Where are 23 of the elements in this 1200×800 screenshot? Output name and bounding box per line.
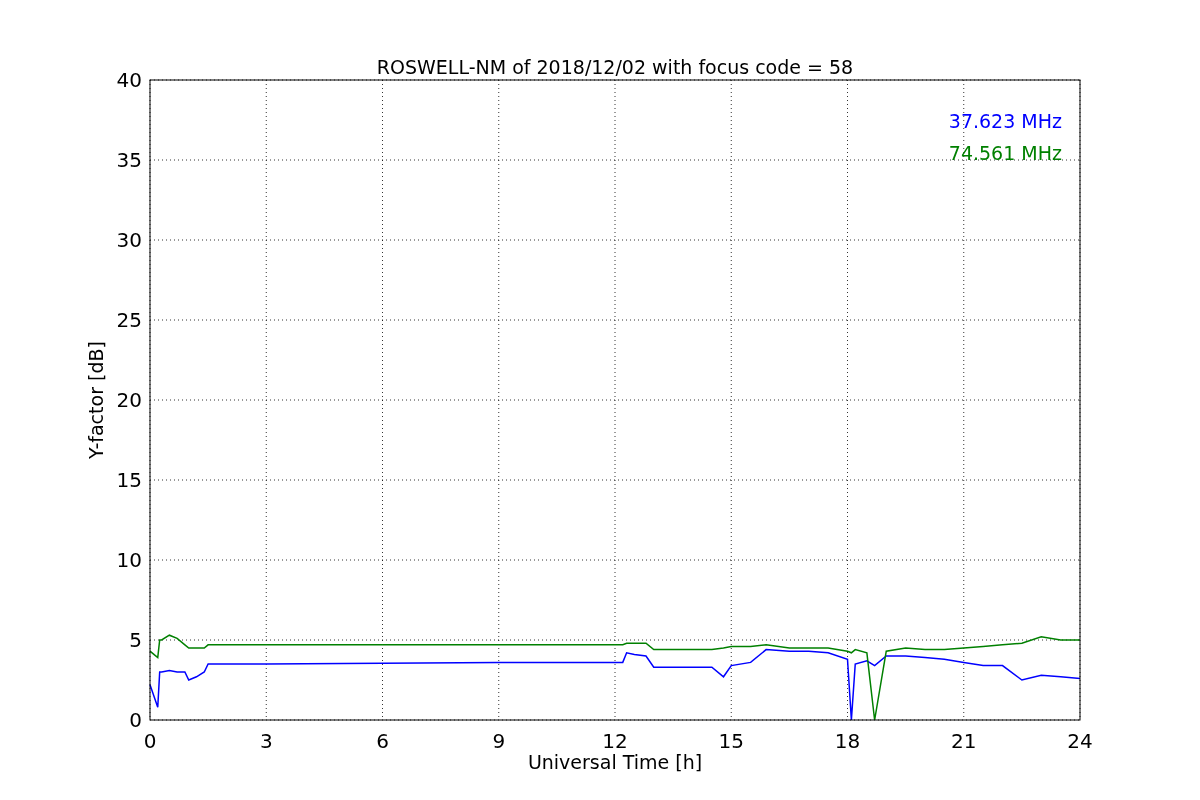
legend-label: 37.623 MHz bbox=[948, 110, 1062, 132]
axis-label: Y-factor [dB] bbox=[85, 341, 107, 459]
tick-label: 24 bbox=[1067, 729, 1093, 753]
tick-label: 20 bbox=[116, 388, 142, 412]
tick-label: 30 bbox=[116, 228, 142, 252]
tick-label: 15 bbox=[116, 468, 142, 492]
tick-label: 9 bbox=[492, 729, 506, 753]
tick-label: 3 bbox=[259, 729, 273, 753]
tick-label: 12 bbox=[602, 729, 628, 753]
tick-label: 15 bbox=[718, 729, 744, 753]
legend-label: 74.561 MHz bbox=[948, 142, 1062, 164]
tick-label: 18 bbox=[834, 729, 861, 753]
tick-label: 21 bbox=[951, 729, 977, 753]
tick-label: 40 bbox=[116, 68, 142, 92]
tick-label: 25 bbox=[116, 308, 142, 332]
tick-label: 10 bbox=[116, 548, 142, 572]
axis-label: Universal Time [h] bbox=[527, 751, 703, 773]
tick-label: 0 bbox=[129, 708, 142, 732]
tick-label: 6 bbox=[376, 729, 389, 753]
plot-title: ROSWELL-NM of 2018/12/02 with focus code = 58 bbox=[376, 56, 854, 78]
tick-label: 0 bbox=[143, 729, 157, 753]
tick-label: 35 bbox=[116, 148, 142, 172]
tick-label: 5 bbox=[129, 628, 142, 652]
